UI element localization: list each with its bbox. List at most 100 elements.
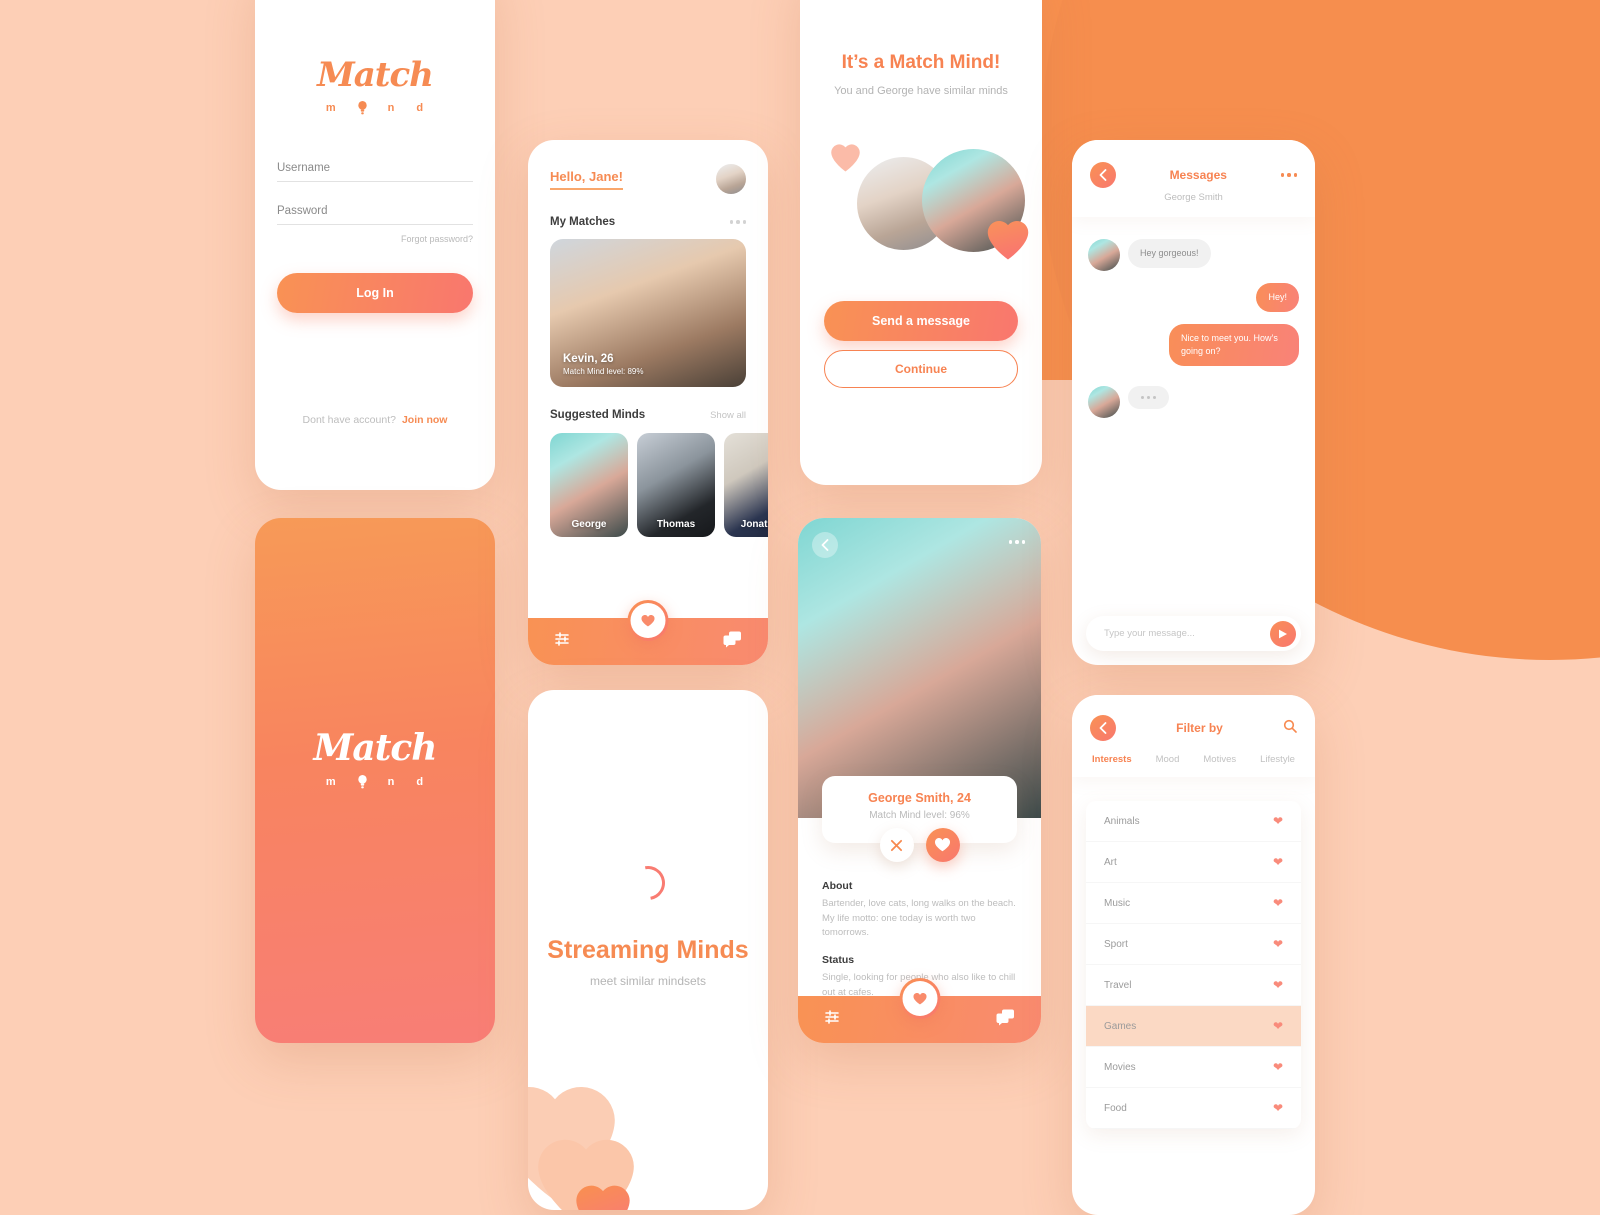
dislike-button[interactable] bbox=[879, 828, 914, 862]
heart-icon[interactable]: ❤ bbox=[1273, 978, 1283, 992]
list-item-label: Sport bbox=[1104, 938, 1128, 950]
message-input[interactable] bbox=[1086, 616, 1301, 651]
brand-letter-d: d bbox=[416, 101, 425, 114]
match-mind-actions: Send a message Continue bbox=[800, 301, 1042, 388]
login-button[interactable]: Log In bbox=[277, 273, 473, 313]
heart-icon[interactable]: ❤ bbox=[1273, 1019, 1283, 1033]
search-icon[interactable] bbox=[1283, 719, 1297, 738]
match-photos bbox=[800, 135, 1042, 285]
brand-wordmark: Match bbox=[317, 55, 434, 95]
more-options-icon[interactable] bbox=[1008, 540, 1025, 544]
brand-logo-splash: Match m n d bbox=[255, 518, 495, 789]
list-item-label: Games bbox=[1104, 1020, 1137, 1032]
filters-icon[interactable] bbox=[824, 1008, 842, 1031]
suggested-minds-list: George Thomas Jonathan bbox=[528, 433, 768, 537]
status-heading: Status bbox=[822, 954, 855, 967]
brand-splash-screen: Match m n d bbox=[255, 518, 495, 1043]
join-now-link[interactable]: Join now bbox=[402, 414, 448, 426]
login-screen: Match m n d Forgot password? Log In Dont… bbox=[255, 0, 495, 490]
messages-title: Messages bbox=[1169, 168, 1227, 182]
list-item-label: Art bbox=[1104, 856, 1117, 868]
username-input[interactable] bbox=[277, 159, 473, 182]
message-row-me: Nice to meet you. How’s going on? bbox=[1088, 324, 1299, 367]
filter-header: Filter by Interests Mood Motives Lifesty… bbox=[1072, 695, 1315, 777]
greeting-text: Hello, Jane! bbox=[550, 169, 623, 190]
chat-icon[interactable] bbox=[996, 1009, 1015, 1031]
more-options-icon[interactable] bbox=[1280, 173, 1297, 177]
my-matches-header: My Matches bbox=[528, 216, 768, 228]
tab-mood[interactable]: Mood bbox=[1156, 754, 1180, 765]
list-item[interactable]: Thomas bbox=[637, 433, 715, 537]
match-mind-subtitle: You and George have similar minds bbox=[834, 85, 1008, 97]
about-text: Bartender, love cats, long walks on the … bbox=[822, 898, 1016, 939]
brand-letter-d-splash: d bbox=[416, 775, 425, 788]
user-avatar[interactable] bbox=[716, 164, 746, 194]
filter-screen: Filter by Interests Mood Motives Lifesty… bbox=[1072, 695, 1315, 1215]
username-field-wrap bbox=[277, 158, 473, 182]
list-item[interactable]: Sport ❤ bbox=[1086, 924, 1301, 965]
typing-indicator-icon bbox=[1128, 386, 1169, 410]
avatar bbox=[1088, 386, 1120, 419]
heart-icon[interactable]: ❤ bbox=[1273, 814, 1283, 828]
like-fab[interactable] bbox=[630, 603, 666, 638]
password-input[interactable] bbox=[277, 202, 473, 225]
message-bubble: Hey! bbox=[1256, 283, 1299, 313]
heart-icon[interactable]: ❤ bbox=[1273, 855, 1283, 869]
profile-actions bbox=[798, 828, 1041, 862]
like-fab[interactable] bbox=[902, 981, 937, 1016]
match-card-level: Match Mind level: 89% bbox=[563, 367, 644, 376]
avatar bbox=[1088, 239, 1120, 271]
list-item-selected[interactable]: Games ❤ bbox=[1086, 1006, 1301, 1047]
list-item[interactable]: Music ❤ bbox=[1086, 883, 1301, 924]
brand-logo: Match m n d bbox=[255, 0, 495, 115]
list-item[interactable]: Movies ❤ bbox=[1086, 1047, 1301, 1088]
suggested-name: Thomas bbox=[656, 519, 696, 530]
loading-spinner-icon bbox=[624, 859, 672, 907]
message-bubble: Nice to meet you. How’s going on? bbox=[1169, 324, 1299, 367]
heart-icon[interactable]: ❤ bbox=[1273, 1060, 1283, 1074]
list-item[interactable]: Jonathan bbox=[724, 433, 768, 537]
loading-screen: Streaming Minds meet similar mindsets bbox=[528, 690, 768, 1210]
back-icon[interactable] bbox=[1090, 162, 1116, 188]
continue-button[interactable]: Continue bbox=[824, 350, 1018, 388]
message-row-them: Hey gorgeous! bbox=[1088, 239, 1299, 271]
forgot-password-link[interactable]: Forgot password? bbox=[277, 234, 473, 244]
home-screen: Hello, Jane! My Matches Kevin, 26 Match … bbox=[528, 140, 768, 665]
more-options-icon[interactable] bbox=[729, 220, 746, 224]
tab-lifestyle[interactable]: Lifestyle bbox=[1260, 754, 1295, 765]
loading-subtitle: meet similar mindsets bbox=[589, 974, 707, 988]
heart-icon[interactable]: ❤ bbox=[1273, 1101, 1283, 1115]
heart-icon[interactable]: ❤ bbox=[1273, 937, 1283, 951]
brand-letter-m: m bbox=[325, 101, 337, 114]
back-icon[interactable] bbox=[1090, 715, 1116, 741]
brand-wordmark-splash: Match bbox=[313, 727, 438, 769]
list-item-label: Movies bbox=[1104, 1061, 1136, 1073]
filter-interest-list: Animals ❤ Art ❤ Music ❤ Sport ❤ Travel ❤… bbox=[1086, 801, 1301, 1129]
signup-prompt: Dont have account? Join now bbox=[255, 414, 495, 426]
tab-interests[interactable]: Interests bbox=[1092, 754, 1132, 765]
message-row-typing bbox=[1088, 386, 1299, 419]
send-message-button[interactable]: Send a message bbox=[824, 301, 1018, 341]
brand-letter-m-splash: m bbox=[325, 775, 337, 788]
list-item[interactable]: George bbox=[550, 433, 628, 537]
match-mind-screen: It’s a Match Mind! You and George have s… bbox=[800, 0, 1042, 485]
brand-tagline: m n d bbox=[255, 101, 495, 115]
tab-motives[interactable]: Motives bbox=[1203, 754, 1236, 765]
send-icon[interactable] bbox=[1270, 620, 1296, 647]
list-item[interactable]: Animals ❤ bbox=[1086, 801, 1301, 842]
match-card[interactable]: Kevin, 26 Match Mind level: 89% bbox=[550, 239, 746, 387]
chat-icon[interactable] bbox=[723, 631, 742, 653]
show-all-link[interactable]: Show all bbox=[710, 410, 746, 421]
match-card-caption: Kevin, 26 Match Mind level: 89% bbox=[563, 353, 643, 376]
back-icon[interactable] bbox=[812, 532, 838, 558]
profile-match-level: Match Mind level: 96% bbox=[869, 810, 970, 821]
filters-icon[interactable] bbox=[554, 630, 572, 653]
list-item[interactable]: Art ❤ bbox=[1086, 842, 1301, 883]
suggested-minds-header: Suggested Minds Show all bbox=[528, 409, 768, 421]
list-item[interactable]: Travel ❤ bbox=[1086, 965, 1301, 1006]
match-mind-title: It’s a Match Mind! bbox=[841, 52, 1001, 73]
like-button[interactable] bbox=[925, 828, 960, 862]
signup-question: Dont have account? bbox=[302, 414, 396, 426]
list-item[interactable]: Food ❤ bbox=[1086, 1088, 1301, 1129]
heart-icon[interactable]: ❤ bbox=[1273, 896, 1283, 910]
